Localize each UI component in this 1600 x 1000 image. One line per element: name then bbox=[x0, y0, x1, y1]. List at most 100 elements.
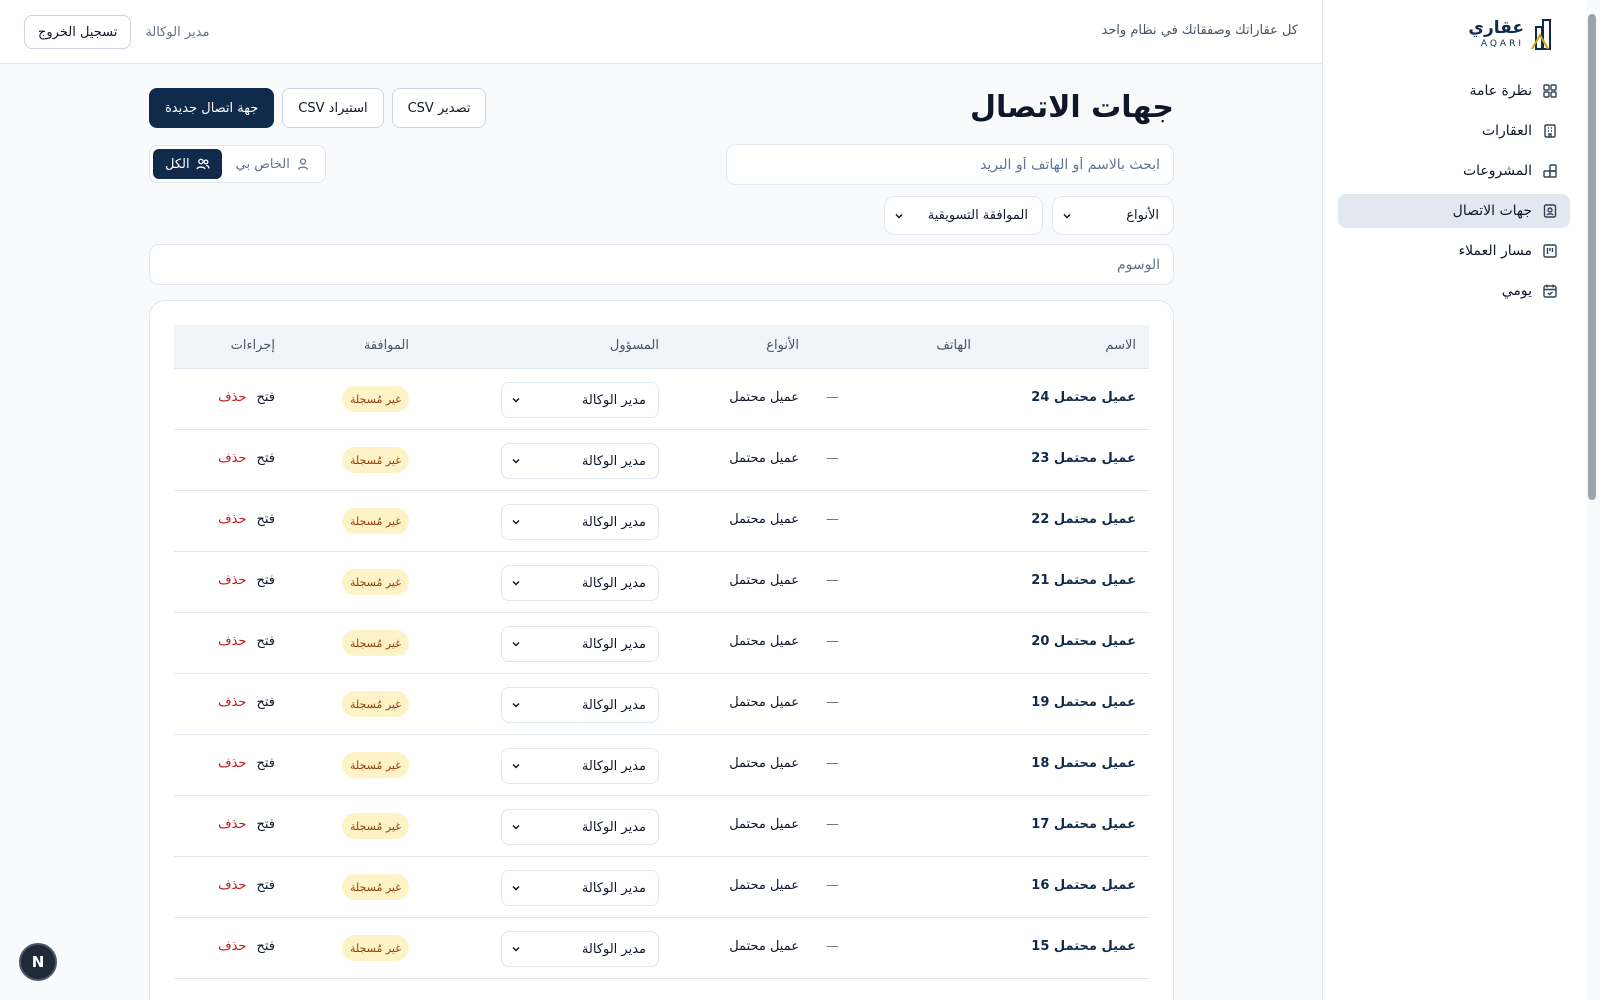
kanban-icon bbox=[1542, 243, 1558, 259]
consent-badge: غير مُسجلة bbox=[342, 874, 409, 900]
row-actions: فتح حذف bbox=[218, 573, 275, 588]
contact-name[interactable]: عميل محتمل 18 bbox=[1031, 756, 1136, 771]
owner-select[interactable]: مدير الوكالة bbox=[501, 382, 659, 418]
contact-name[interactable]: عميل محتمل 16 bbox=[1031, 878, 1136, 893]
open-link[interactable]: فتح bbox=[256, 817, 275, 832]
sidebar-item-projects[interactable]: المشروعات bbox=[1338, 154, 1570, 188]
open-link[interactable]: فتح bbox=[256, 634, 275, 649]
open-link[interactable]: فتح bbox=[256, 878, 275, 893]
contacts-table-card: الاسم الهاتف الأنواع المسؤول الموافقة إج… bbox=[149, 300, 1174, 1000]
contact-name[interactable]: عميل محتمل 15 bbox=[1031, 939, 1136, 954]
owner-select[interactable]: مدير الوكالة bbox=[501, 565, 659, 601]
open-link[interactable]: فتح bbox=[256, 390, 275, 405]
contact-name[interactable]: عميل محتمل 17 bbox=[1031, 817, 1136, 832]
delete-link[interactable]: حذف bbox=[218, 817, 246, 832]
new-contact-button[interactable]: جهة اتصال جديدة bbox=[149, 88, 275, 128]
consent-filter[interactable]: الموافقة التسويقية bbox=[884, 196, 1043, 235]
table-row[interactable]: عميل محتمل 21 عميل محتمل — مدير الوكالة … bbox=[174, 552, 1149, 613]
open-link[interactable]: فتح bbox=[256, 695, 275, 710]
contact-types: عميل محتمل bbox=[729, 878, 799, 893]
owner-select[interactable]: مدير الوكالة bbox=[501, 809, 659, 845]
table-row[interactable]: عميل محتمل 24 عميل محتمل — مدير الوكالة … bbox=[174, 369, 1149, 430]
open-link[interactable]: فتح bbox=[256, 939, 275, 954]
owner-select[interactable]: مدير الوكالة bbox=[501, 687, 659, 723]
owner-value: مدير الوكالة bbox=[581, 819, 646, 835]
types-filter[interactable]: الأنواع bbox=[1052, 196, 1174, 235]
scope-toggle: الخاص بي الكل bbox=[149, 145, 326, 183]
scope-mine-label: الخاص بي bbox=[235, 156, 290, 172]
owner-value: مدير الوكالة bbox=[581, 880, 646, 896]
table-row[interactable]: عميل محتمل 23 عميل محتمل — مدير الوكالة … bbox=[174, 430, 1149, 491]
contact-types: عميل محتمل bbox=[729, 451, 799, 466]
page-scrollbar[interactable] bbox=[1588, 14, 1596, 500]
owner-select[interactable]: مدير الوكالة bbox=[501, 443, 659, 479]
contact-types: عميل محتمل bbox=[729, 939, 799, 954]
table-row[interactable]: عميل محتمل 20 عميل محتمل — مدير الوكالة … bbox=[174, 613, 1149, 674]
table-row[interactable]: عميل محتمل 19 عميل محتمل — مدير الوكالة … bbox=[174, 674, 1149, 735]
scope-mine-button[interactable]: الخاص بي bbox=[224, 149, 322, 179]
sidebar-item-overview[interactable]: نظرة عامة bbox=[1338, 74, 1570, 108]
open-link[interactable]: فتح bbox=[256, 512, 275, 527]
table-row[interactable]: عميل محتمل 18 عميل محتمل — مدير الوكالة … bbox=[174, 735, 1149, 796]
table-row[interactable]: عميل محتمل 16 عميل محتمل — مدير الوكالة … bbox=[174, 857, 1149, 918]
owner-select[interactable]: مدير الوكالة bbox=[501, 504, 659, 540]
column-header-actions: إجراءات bbox=[230, 338, 275, 353]
contact-name[interactable]: عميل محتمل 22 bbox=[1031, 512, 1136, 527]
sidebar-item-pipeline[interactable]: مسار العملاء bbox=[1338, 234, 1570, 268]
table-row[interactable]: عميل محتمل 15 عميل محتمل — مدير الوكالة … bbox=[174, 918, 1149, 979]
owner-value: مدير الوكالة bbox=[581, 758, 646, 774]
contact-name[interactable]: عميل محتمل 21 bbox=[1031, 573, 1136, 588]
consent-badge: غير مُسجلة bbox=[342, 386, 409, 412]
scope-all-button[interactable]: الكل bbox=[153, 149, 222, 179]
chevron-down-icon bbox=[512, 519, 520, 525]
delete-link[interactable]: حذف bbox=[218, 512, 246, 527]
logout-button[interactable]: تسجيل الخروج bbox=[24, 15, 132, 49]
column-header-name[interactable]: الاسم bbox=[1105, 338, 1136, 353]
search-input[interactable] bbox=[726, 144, 1174, 185]
open-link[interactable]: فتح bbox=[256, 756, 275, 771]
delete-link[interactable]: حذف bbox=[218, 573, 246, 588]
users-icon bbox=[195, 158, 210, 170]
contact-name[interactable]: عميل محتمل 19 bbox=[1031, 695, 1136, 710]
chevron-down-icon bbox=[895, 213, 903, 219]
delete-link[interactable]: حذف bbox=[218, 939, 246, 954]
dev-indicator-badge[interactable]: N bbox=[19, 943, 57, 981]
table-row[interactable]: عميل محتمل 22 عميل محتمل — مدير الوكالة … bbox=[174, 491, 1149, 552]
building-icon bbox=[1542, 123, 1558, 139]
delete-link[interactable]: حذف bbox=[218, 451, 246, 466]
sidebar-item-daily[interactable]: يومي bbox=[1338, 274, 1570, 308]
contact-name[interactable]: عميل محتمل 23 bbox=[1031, 451, 1136, 466]
contact-name[interactable]: عميل محتمل 20 bbox=[1031, 634, 1136, 649]
sidebar-item-contacts[interactable]: جهات الاتصال bbox=[1338, 194, 1570, 228]
column-header-types[interactable]: الأنواع bbox=[766, 338, 799, 353]
calendar-check-icon bbox=[1542, 283, 1558, 299]
column-header-phone[interactable]: الهاتف bbox=[936, 338, 971, 353]
sidebar-item-properties[interactable]: العقارات bbox=[1338, 114, 1570, 148]
export-csv-button[interactable]: تصدير CSV bbox=[391, 88, 487, 128]
chevron-down-icon bbox=[512, 580, 520, 586]
delete-link[interactable]: حذف bbox=[218, 390, 246, 405]
owner-value: مدير الوكالة bbox=[581, 697, 646, 713]
delete-link[interactable]: حذف bbox=[218, 634, 246, 649]
delete-link[interactable]: حذف bbox=[218, 756, 246, 771]
owner-select[interactable]: مدير الوكالة bbox=[501, 870, 659, 906]
brand[interactable]: عقاري AQARI bbox=[1468, 14, 1556, 54]
contact-phone: — bbox=[826, 695, 839, 710]
scope-all-label: الكل bbox=[165, 156, 190, 172]
row-actions: فتح حذف bbox=[218, 756, 275, 771]
blocks-icon bbox=[1542, 163, 1558, 179]
column-header-owner[interactable]: المسؤول bbox=[610, 338, 659, 353]
import-csv-button[interactable]: استيراد CSV bbox=[282, 88, 384, 128]
tags-input[interactable] bbox=[149, 244, 1174, 285]
contact-name[interactable]: عميل محتمل 24 bbox=[1031, 390, 1136, 405]
delete-link[interactable]: حذف bbox=[218, 695, 246, 710]
open-link[interactable]: فتح bbox=[256, 573, 275, 588]
column-header-consent[interactable]: الموافقة bbox=[364, 338, 409, 353]
open-link[interactable]: فتح bbox=[256, 451, 275, 466]
chevron-down-icon bbox=[512, 824, 520, 830]
owner-select[interactable]: مدير الوكالة bbox=[501, 748, 659, 784]
table-row[interactable]: عميل محتمل 17 عميل محتمل — مدير الوكالة … bbox=[174, 796, 1149, 857]
delete-link[interactable]: حذف bbox=[218, 878, 246, 893]
owner-select[interactable]: مدير الوكالة bbox=[501, 931, 659, 967]
owner-select[interactable]: مدير الوكالة bbox=[501, 626, 659, 662]
